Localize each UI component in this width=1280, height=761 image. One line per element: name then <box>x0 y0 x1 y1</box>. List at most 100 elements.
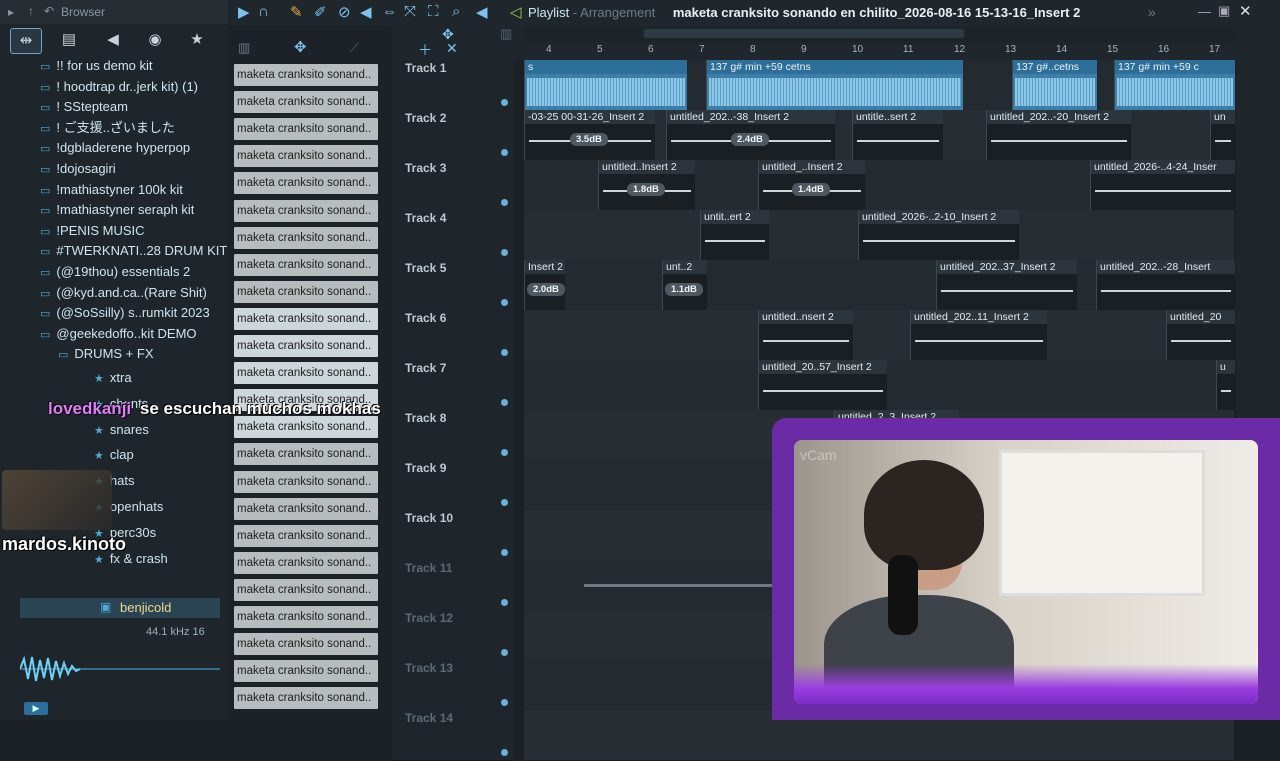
pencil-icon[interactable]: ✎ <box>290 3 303 21</box>
browser-folder-7[interactable]: ▭ !mathiastyner seraph kit <box>40 200 194 220</box>
audio-clip[interactable]: Insert 2 2.0dB <box>524 260 565 310</box>
browser-folder-12[interactable]: ▭ (@SoSsilly) s..rumkit 2023 <box>40 303 210 323</box>
audio-clip[interactable]: -03-25 00-31-26_Insert 2 3.5dB <box>524 110 655 160</box>
track-enable-icon[interactable] <box>501 599 508 606</box>
track-header[interactable]: Track 9 <box>392 460 514 511</box>
audio-clip[interactable]: s <box>524 60 687 110</box>
track-header[interactable]: Track 10 <box>392 510 514 561</box>
audio-clip[interactable]: untitled..nsert 2 <box>758 310 853 360</box>
track-enable-icon[interactable] <box>501 449 508 456</box>
overview-strip[interactable] <box>524 26 1240 42</box>
track-enable-icon[interactable] <box>501 349 508 356</box>
slice-icon[interactable]: ⤧ <box>404 3 416 20</box>
track-enable-icon[interactable] <box>501 99 508 106</box>
track-header[interactable]: Track 2 <box>392 110 514 161</box>
pattern-item[interactable]: maketa cranksito sonand.. <box>234 64 378 86</box>
browser-subfolder-0[interactable]: ★ xtra <box>94 368 132 388</box>
pattern-item[interactable]: maketa cranksito sonand.. <box>234 470 378 493</box>
audio-clip[interactable]: untitled_202..-38_Insert 2 2.4dB <box>666 110 835 160</box>
audio-clip[interactable]: untitled_..Insert 2 1.4dB <box>758 160 865 210</box>
audio-clip[interactable]: u <box>1216 360 1235 410</box>
track-enable-icon[interactable] <box>501 299 508 306</box>
audio-clip[interactable]: untitled_202..11_Insert 2 <box>910 310 1047 360</box>
track-header[interactable]: Track 4 <box>392 210 514 261</box>
track-enable-icon[interactable] <box>501 499 508 506</box>
audio-clip[interactable]: unt..2 1.1dB <box>662 260 707 310</box>
pattern-item[interactable]: maketa cranksito sonand.. <box>234 335 378 357</box>
audio-clip[interactable]: untitled..Insert 2 1.8dB <box>598 160 695 210</box>
track-enable-icon[interactable] <box>501 699 508 706</box>
arrange-tool-icon[interactable]: ✥ <box>294 38 307 56</box>
link-tool-icon[interactable]: ⟋ <box>350 40 359 56</box>
pattern-item[interactable]: maketa cranksito sonand.. <box>234 226 378 249</box>
play-icon[interactable]: ▶ <box>238 3 250 21</box>
up-icon[interactable]: ↑ <box>28 4 34 18</box>
browser-folder-10[interactable]: ▭ (@19thou) essentials 2 <box>40 262 190 282</box>
browser-folder-4[interactable]: ▭ !dgbladerene hyperpop <box>40 138 190 158</box>
play-preview-icon[interactable]: ▶ <box>24 702 48 715</box>
browser-folder-0[interactable]: ▭ !! for us demo kit <box>40 56 153 76</box>
track-enable-icon[interactable] <box>501 199 508 206</box>
pattern-item[interactable]: maketa cranksito sonand.. <box>234 280 378 303</box>
chevron-right-icon[interactable]: » <box>1148 4 1156 20</box>
track-header[interactable]: Track 14 <box>392 710 514 761</box>
pattern-item[interactable]: maketa cranksito sonand.. <box>234 660 378 683</box>
grid-icon[interactable]: ▥ <box>500 26 512 42</box>
browser-folder-2[interactable]: ▭ ! SStepteam <box>40 97 128 117</box>
browser-folder-11[interactable]: ▭ (@kyd.and.ca..(Rare Shit) <box>40 283 207 303</box>
slip-icon[interactable]: ⇔ <box>382 3 397 20</box>
pattern-item[interactable]: maketa cranksito sonand.. <box>234 172 378 195</box>
playlist-vscroll[interactable] <box>514 60 523 720</box>
audio-clip[interactable]: untitled_20 <box>1166 310 1235 360</box>
pattern-item[interactable]: maketa cranksito sonand.. <box>234 362 378 385</box>
track-header[interactable]: Track 6 <box>392 310 514 361</box>
minimize-icon[interactable]: — <box>1198 4 1211 19</box>
add-track-icon[interactable]: ＋ <box>418 40 432 60</box>
audio-clip[interactable]: un <box>1210 110 1235 160</box>
browser-folder-1[interactable]: ▭ ! hoodtrap dr..jerk kit) (1) <box>40 77 198 97</box>
pattern-tool-icon[interactable]: ▥ <box>238 40 250 56</box>
track-header[interactable]: Track 5 <box>392 260 514 311</box>
pattern-item[interactable]: maketa cranksito sonand.. <box>234 253 378 276</box>
pattern-item[interactable]: maketa cranksito sonand.. <box>234 199 378 222</box>
browser-folder-3[interactable]: ▭ ! ご支援..ざいました <box>40 118 175 138</box>
track-enable-icon[interactable] <box>501 549 508 556</box>
browser-folder-6[interactable]: ▭ !mathiastyner 100k kit <box>40 180 183 200</box>
track-header[interactable]: Track 7 <box>392 360 514 411</box>
browser-folder-14[interactable]: ▭ DRUMS + FX <box>58 344 154 364</box>
sample-preview-waveform[interactable] <box>20 654 220 684</box>
track-enable-icon[interactable] <box>501 249 508 256</box>
magnet-icon[interactable]: ∩ <box>258 3 269 20</box>
speaker-tab-icon[interactable]: ◀ <box>98 28 128 52</box>
pattern-item[interactable]: maketa cranksito sonand.. <box>234 91 378 114</box>
pattern-item[interactable]: maketa cranksito sonand.. <box>234 606 378 628</box>
track-header[interactable]: Track 1 <box>392 60 514 111</box>
browser-folder-13[interactable]: ▭ @geekedoffo..kit DEMO <box>40 324 197 344</box>
browser-menu-icon[interactable]: ▸ <box>8 5 14 19</box>
track-header[interactable]: Track 12 <box>392 610 514 661</box>
audio-clip[interactable]: untitled_202..-28_Insert <box>1096 260 1235 310</box>
back-icon[interactable]: ↶ <box>44 4 54 18</box>
remove-track-icon[interactable]: ✕ <box>446 40 458 57</box>
timeline-ruler[interactable]: 4 5 6 7 8 9 10 11 12 13 14 15 16 17 <box>516 42 1240 60</box>
audio-clip[interactable]: 137 g# min +59 c <box>1114 60 1235 110</box>
track-enable-icon[interactable] <box>501 649 508 656</box>
playback-icon[interactable]: ◀ <box>476 3 488 21</box>
overview-scroll-handle[interactable] <box>644 29 964 38</box>
browser-subfolder-2[interactable]: ★ snares <box>94 420 149 440</box>
audio-clip[interactable]: untitled_20..57_Insert 2 <box>758 360 887 410</box>
close-icon[interactable]: ✕ <box>1239 2 1252 20</box>
pattern-item[interactable]: maketa cranksito sonand.. <box>234 633 378 656</box>
pattern-item[interactable]: maketa cranksito sonand.. <box>234 118 378 141</box>
pattern-item[interactable]: maketa cranksito sonand.. <box>234 687 378 710</box>
pattern-item[interactable]: maketa cranksito sonand.. <box>234 416 378 439</box>
audio-clip[interactable]: untit..ert 2 <box>700 210 769 260</box>
audio-clip[interactable]: untitled_2026-..2-10_Insert 2 <box>858 210 1019 260</box>
pattern-item[interactable]: maketa cranksito sonand.. <box>234 307 378 330</box>
plugin-tab-icon[interactable]: ◉ <box>140 28 170 52</box>
delete-icon[interactable]: ⊘ <box>338 3 351 21</box>
audio-clip[interactable]: untitled_202..37_Insert 2 <box>936 260 1077 310</box>
all-tab-icon[interactable]: ⇹ <box>10 28 42 54</box>
favorites-tab-icon[interactable]: ★ <box>182 28 212 52</box>
pattern-item[interactable]: maketa cranksito sonand.. <box>234 443 378 466</box>
